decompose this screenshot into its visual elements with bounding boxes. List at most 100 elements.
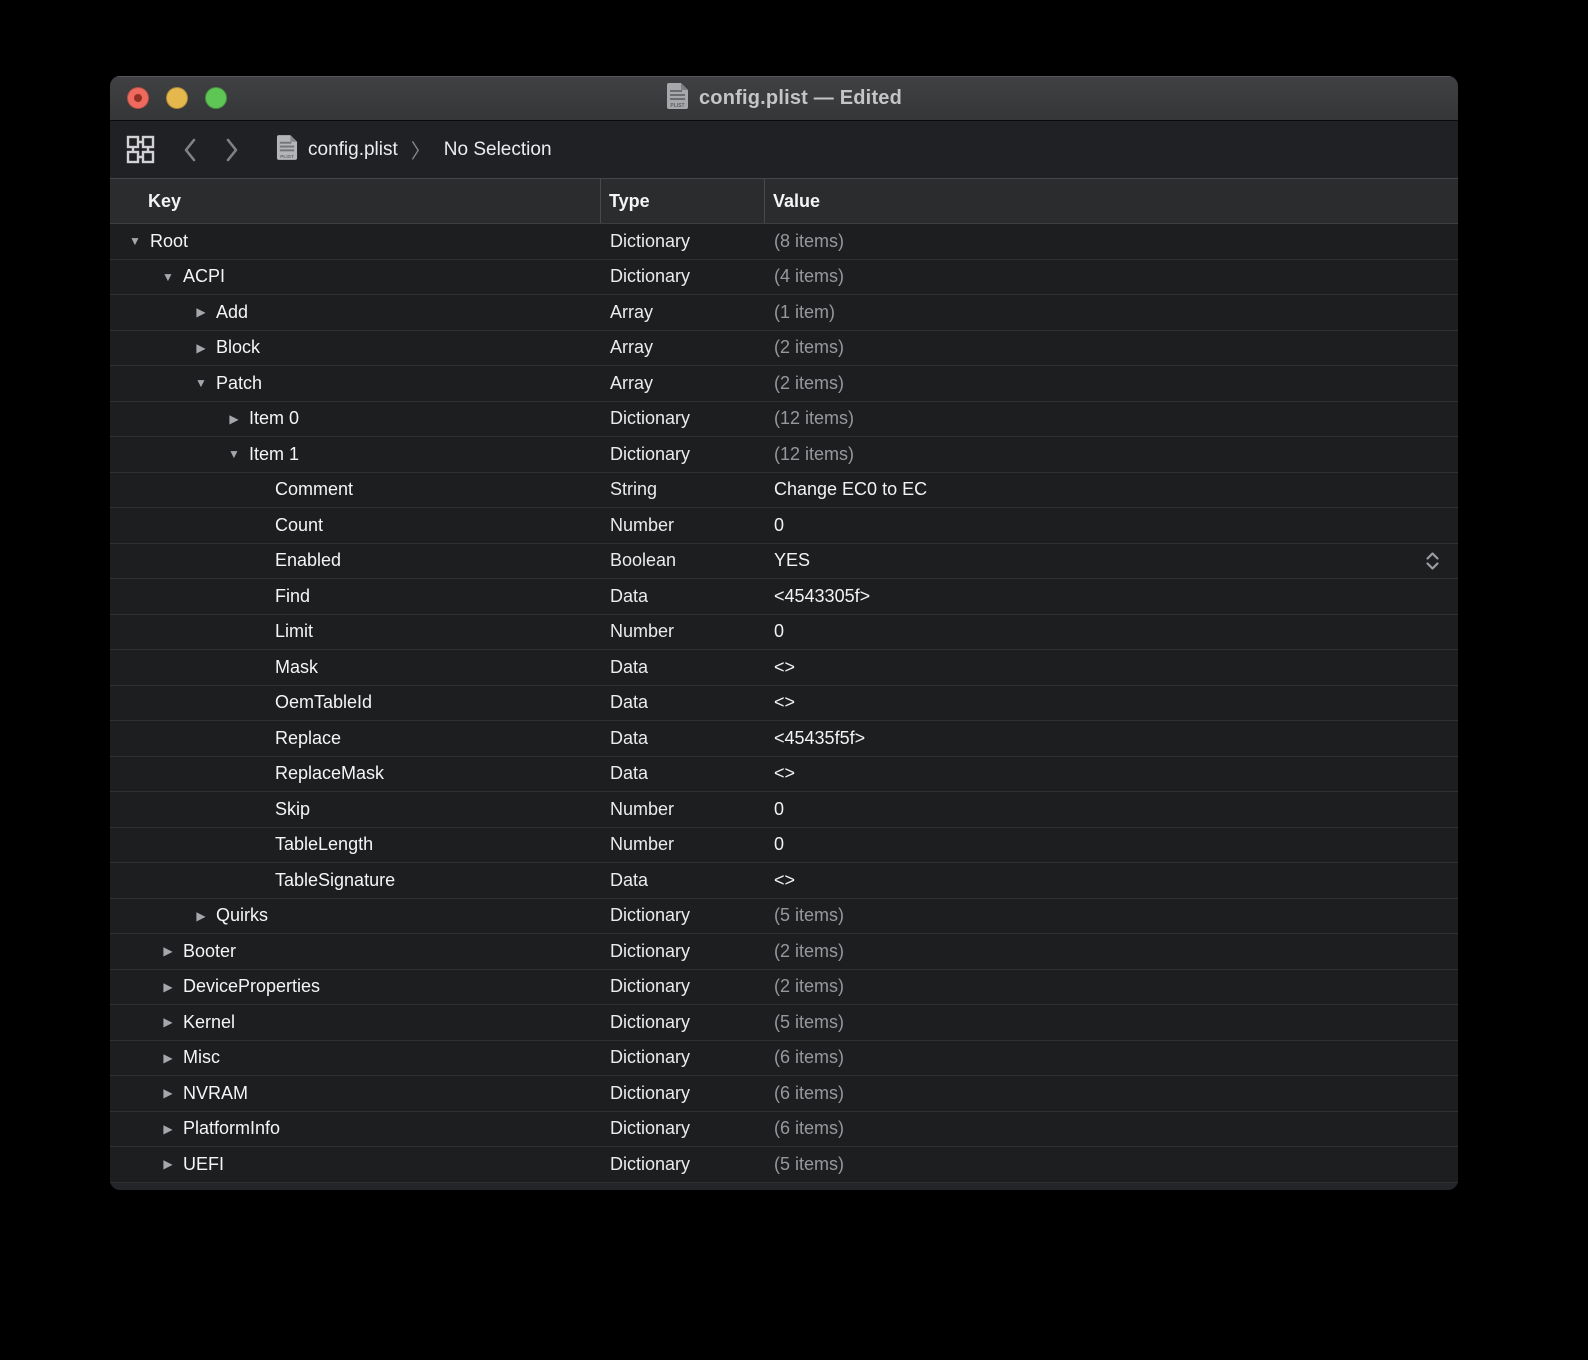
disclosure-triangle-icon[interactable]: ▶ [161,981,175,993]
type-label[interactable]: Dictionary [610,1047,690,1068]
type-label[interactable]: Dictionary [610,408,690,429]
table-row[interactable]: Comment String Change EC0 to EC [110,473,1458,509]
table-row[interactable]: ▼ Root Dictionary (8 items) [110,224,1458,260]
disclosure-triangle-icon[interactable]: ▼ [227,448,241,460]
key-label[interactable]: OemTableId [275,692,372,713]
table-row[interactable]: ▶ Item 0 Dictionary (12 items) [110,402,1458,438]
value-label[interactable]: (6 items) [774,1083,844,1104]
disclosure-triangle-icon[interactable]: ▶ [161,1158,175,1170]
type-label[interactable]: Array [610,337,653,358]
disclosure-triangle-icon[interactable]: ▶ [194,910,208,922]
disclosure-triangle-icon[interactable]: ▶ [161,945,175,957]
key-label[interactable]: Find [275,586,310,607]
key-label[interactable]: Add [216,302,248,323]
type-label[interactable]: Dictionary [610,1154,690,1175]
table-row[interactable]: ▶ Block Array (2 items) [110,331,1458,367]
table-row[interactable]: ▶ Add Array (1 item) [110,295,1458,331]
value-label[interactable]: <4543305f> [774,586,870,607]
table-row[interactable]: Replace Data <45435f5f> [110,721,1458,757]
key-label[interactable]: Enabled [275,550,341,571]
close-button[interactable] [127,87,149,109]
key-label[interactable]: Booter [183,941,236,962]
key-label[interactable]: TableSignature [275,870,395,891]
type-label[interactable]: Data [610,692,648,713]
value-label[interactable]: <45435f5f> [774,728,865,749]
breadcrumb-file[interactable]: config.plist [308,139,398,161]
table-row[interactable]: ▶ Kernel Dictionary (5 items) [110,1005,1458,1041]
value-label[interactable]: <> [774,657,795,678]
type-label[interactable]: Dictionary [610,976,690,997]
table-row[interactable]: ▶ Misc Dictionary (6 items) [110,1041,1458,1077]
value-label[interactable]: Change EC0 to EC [774,479,927,500]
type-label[interactable]: Number [610,834,674,855]
minimize-button[interactable] [166,87,188,109]
key-label[interactable]: Comment [275,479,353,500]
table-row[interactable]: OemTableId Data <> [110,686,1458,722]
table-row[interactable]: ▼ ACPI Dictionary (4 items) [110,260,1458,296]
value-label[interactable]: (2 items) [774,941,844,962]
value-label[interactable]: 0 [774,621,784,642]
type-label[interactable]: Array [610,373,653,394]
key-label[interactable]: DeviceProperties [183,976,320,997]
type-label[interactable]: Dictionary [610,905,690,926]
key-label[interactable]: Item 1 [249,444,299,465]
type-label[interactable]: Dictionary [610,231,690,252]
forward-icon[interactable] [224,137,240,163]
table-row[interactable]: TableLength Number 0 [110,828,1458,864]
table-row[interactable]: Limit Number 0 [110,615,1458,651]
key-label[interactable]: Misc [183,1047,220,1068]
type-label[interactable]: Dictionary [610,941,690,962]
type-label[interactable]: Number [610,621,674,642]
disclosure-triangle-icon[interactable]: ▶ [161,1087,175,1099]
table-row[interactable]: ▶ UEFI Dictionary (5 items) [110,1147,1458,1183]
table-row[interactable]: ▶ DeviceProperties Dictionary (2 items) [110,970,1458,1006]
type-label[interactable]: Dictionary [610,1012,690,1033]
value-label[interactable]: <> [774,870,795,891]
key-label[interactable]: Quirks [216,905,268,926]
key-label[interactable]: Kernel [183,1012,235,1033]
type-label[interactable]: Number [610,515,674,536]
key-label[interactable]: NVRAM [183,1083,248,1104]
value-label[interactable]: (5 items) [774,1154,844,1175]
table-row[interactable]: ▼ Item 1 Dictionary (12 items) [110,437,1458,473]
value-label[interactable]: 0 [774,834,784,855]
value-label[interactable]: <> [774,692,795,713]
value-label[interactable]: (6 items) [774,1047,844,1068]
key-label[interactable]: Skip [275,799,310,820]
related-items-icon[interactable] [125,134,156,165]
value-label[interactable]: (5 items) [774,905,844,926]
breadcrumb-selection[interactable]: No Selection [444,139,552,161]
table-row[interactable]: ▶ NVRAM Dictionary (6 items) [110,1076,1458,1112]
table-row[interactable]: Count Number 0 [110,508,1458,544]
type-label[interactable]: Dictionary [610,266,690,287]
key-label[interactable]: ACPI [183,266,225,287]
value-label[interactable]: (5 items) [774,1012,844,1033]
key-label[interactable]: Count [275,515,323,536]
table-row[interactable]: ReplaceMask Data <> [110,757,1458,793]
key-label[interactable]: TableLength [275,834,373,855]
value-label[interactable]: 0 [774,515,784,536]
zoom-button[interactable] [205,87,227,109]
disclosure-triangle-icon[interactable]: ▶ [161,1016,175,1028]
key-label[interactable]: Limit [275,621,313,642]
key-label[interactable]: PlatformInfo [183,1118,280,1139]
value-label[interactable]: 0 [774,799,784,820]
disclosure-triangle-icon[interactable]: ▶ [161,1052,175,1064]
boolean-stepper-icon[interactable] [1423,551,1442,571]
key-label[interactable]: ReplaceMask [275,763,384,784]
disclosure-triangle-icon[interactable]: ▶ [227,413,241,425]
type-label[interactable]: Data [610,763,648,784]
disclosure-triangle-icon[interactable]: ▼ [128,235,142,247]
type-label[interactable]: String [610,479,657,500]
key-label[interactable]: Block [216,337,260,358]
disclosure-triangle-icon[interactable]: ▼ [161,271,175,283]
type-label[interactable]: Data [610,657,648,678]
type-label[interactable]: Dictionary [610,1083,690,1104]
value-label[interactable]: (12 items) [774,408,854,429]
type-label[interactable]: Data [610,870,648,891]
table-row[interactable]: Find Data <4543305f> [110,579,1458,615]
plist-document-icon[interactable]: PLIST [666,82,689,115]
disclosure-triangle-icon[interactable]: ▶ [161,1123,175,1135]
value-label[interactable]: (12 items) [774,444,854,465]
back-icon[interactable] [182,137,198,163]
